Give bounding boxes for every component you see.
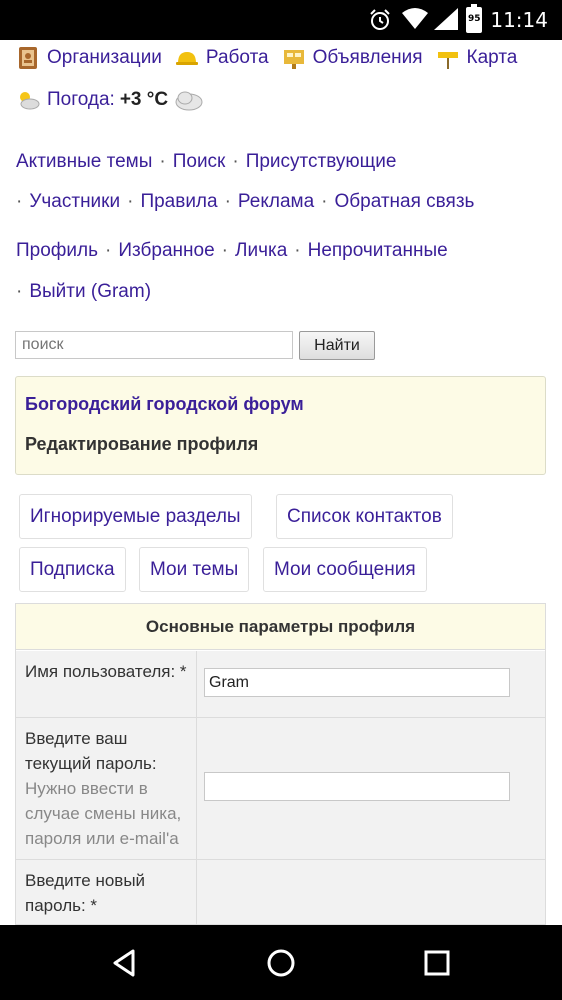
link-unread[interactable]: Непрочитанные (308, 240, 448, 261)
table-row-current-password: Введите ваш текущий пароль: Нужно ввести… (16, 718, 545, 860)
clock: 11:14 (490, 8, 548, 32)
nav-organizations[interactable]: Организации (16, 46, 162, 70)
battery-icon: 95 (466, 4, 482, 33)
back-icon[interactable] (109, 947, 141, 979)
alarm-icon (370, 9, 390, 30)
link-profile[interactable]: Профиль (16, 240, 98, 261)
table-header: Основные параметры профиля (16, 604, 545, 650)
work-helmet-icon (175, 52, 198, 65)
link-active-topics[interactable]: Активные темы (16, 151, 152, 172)
separator: · (294, 240, 301, 261)
separator: · (16, 191, 23, 212)
tab-my-posts[interactable]: Мои сообщения (263, 547, 427, 592)
username-field[interactable] (204, 668, 510, 697)
tab-contacts-list[interactable]: Список контактов (276, 494, 453, 539)
search-input[interactable] (15, 331, 293, 359)
link-private-messages[interactable]: Личка (235, 240, 287, 261)
recents-icon[interactable] (421, 947, 453, 979)
weather-value: +3 °C (119, 89, 169, 110)
nav-work[interactable]: Работа (175, 46, 269, 70)
table-row-username: Имя пользователя: * (16, 651, 545, 718)
separator: · (127, 191, 134, 212)
profile-settings-table: Основные параметры профиля Имя пользоват… (15, 603, 546, 925)
current-password-hint: Нужно ввести в случае смены ника, пароля… (25, 779, 182, 848)
links-row-3: Профиль · Избранное · Личка · Непрочитанные (16, 240, 556, 262)
separator: · (159, 151, 166, 172)
link-advertising[interactable]: Реклама (238, 191, 314, 212)
separator: · (321, 191, 328, 212)
status-bar: 95 11:14 (0, 0, 562, 40)
signal-icon (434, 8, 458, 30)
system-nav-bar (0, 925, 562, 1000)
link-feedback[interactable]: Обратная связь (334, 191, 474, 212)
separator: · (16, 281, 23, 302)
new-password-label-text: Введите новый пароль: * (25, 871, 146, 915)
separator: · (224, 191, 231, 212)
top-nav: Организации Работа Объявления Карта Пого… (16, 44, 556, 114)
weather[interactable]: Погода: +3 °C (16, 87, 211, 113)
link-favorites[interactable]: Избранное (118, 240, 214, 261)
nav-work-label[interactable]: Работа (206, 47, 269, 69)
wifi-icon (402, 8, 428, 29)
link-search[interactable]: Поиск (173, 151, 226, 172)
nav-map-label[interactable]: Карта (467, 47, 518, 69)
tab-my-topics[interactable]: Мои темы (139, 547, 250, 592)
nav-organizations-label[interactable]: Организации (47, 47, 162, 69)
separator: · (105, 240, 112, 261)
link-online[interactable]: Присутствующие (246, 151, 397, 172)
nav-ads-label[interactable]: Объявления (313, 47, 423, 69)
link-logout[interactable]: Выйти (Gram) (29, 281, 151, 302)
link-rules[interactable]: Правила (140, 191, 217, 212)
tab-subscriptions[interactable]: Подписка (19, 547, 126, 592)
separator: · (221, 240, 228, 261)
forum-header-panel: Богородский городской форум Редактирован… (15, 376, 546, 475)
nav-ads[interactable]: Объявления (282, 46, 423, 70)
sun-cloud-icon (20, 92, 40, 110)
ads-icon (283, 50, 304, 69)
current-password-label: Введите ваш текущий пароль: Нужно ввести… (16, 718, 197, 859)
cloud-icon (175, 91, 203, 111)
separator: · (232, 151, 239, 172)
table-row-new-password: Введите новый пароль: * (16, 860, 545, 924)
organizations-icon (19, 47, 37, 69)
link-members[interactable]: Участники (29, 191, 120, 212)
forum-name-link[interactable]: Богородский городской форум (25, 394, 304, 415)
new-password-label: Введите новый пароль: * (16, 860, 197, 924)
current-password-field[interactable] (204, 772, 510, 801)
map-sign-icon (437, 52, 458, 69)
username-label: Имя пользователя: * (16, 651, 197, 717)
home-icon[interactable] (265, 947, 297, 979)
current-password-label-text: Введите ваш текущий пароль: (25, 729, 157, 773)
tab-ignored-sections[interactable]: Игнорируемые разделы (19, 494, 252, 539)
weather-label: Погода: (47, 89, 115, 110)
links-row-1: Активные темы · Поиск · Присутствующие (16, 151, 556, 173)
page-title: Редактирование профиля (25, 434, 259, 454)
links-row-2: · Участники · Правила · Реклама · Обратная связ… (16, 191, 556, 213)
username-label-text: Имя пользователя: * (25, 662, 187, 681)
search-button[interactable]: Найти (299, 331, 375, 360)
nav-map[interactable]: Карта (436, 46, 518, 70)
links-row-4: · Выйти (Gram) (16, 281, 556, 303)
